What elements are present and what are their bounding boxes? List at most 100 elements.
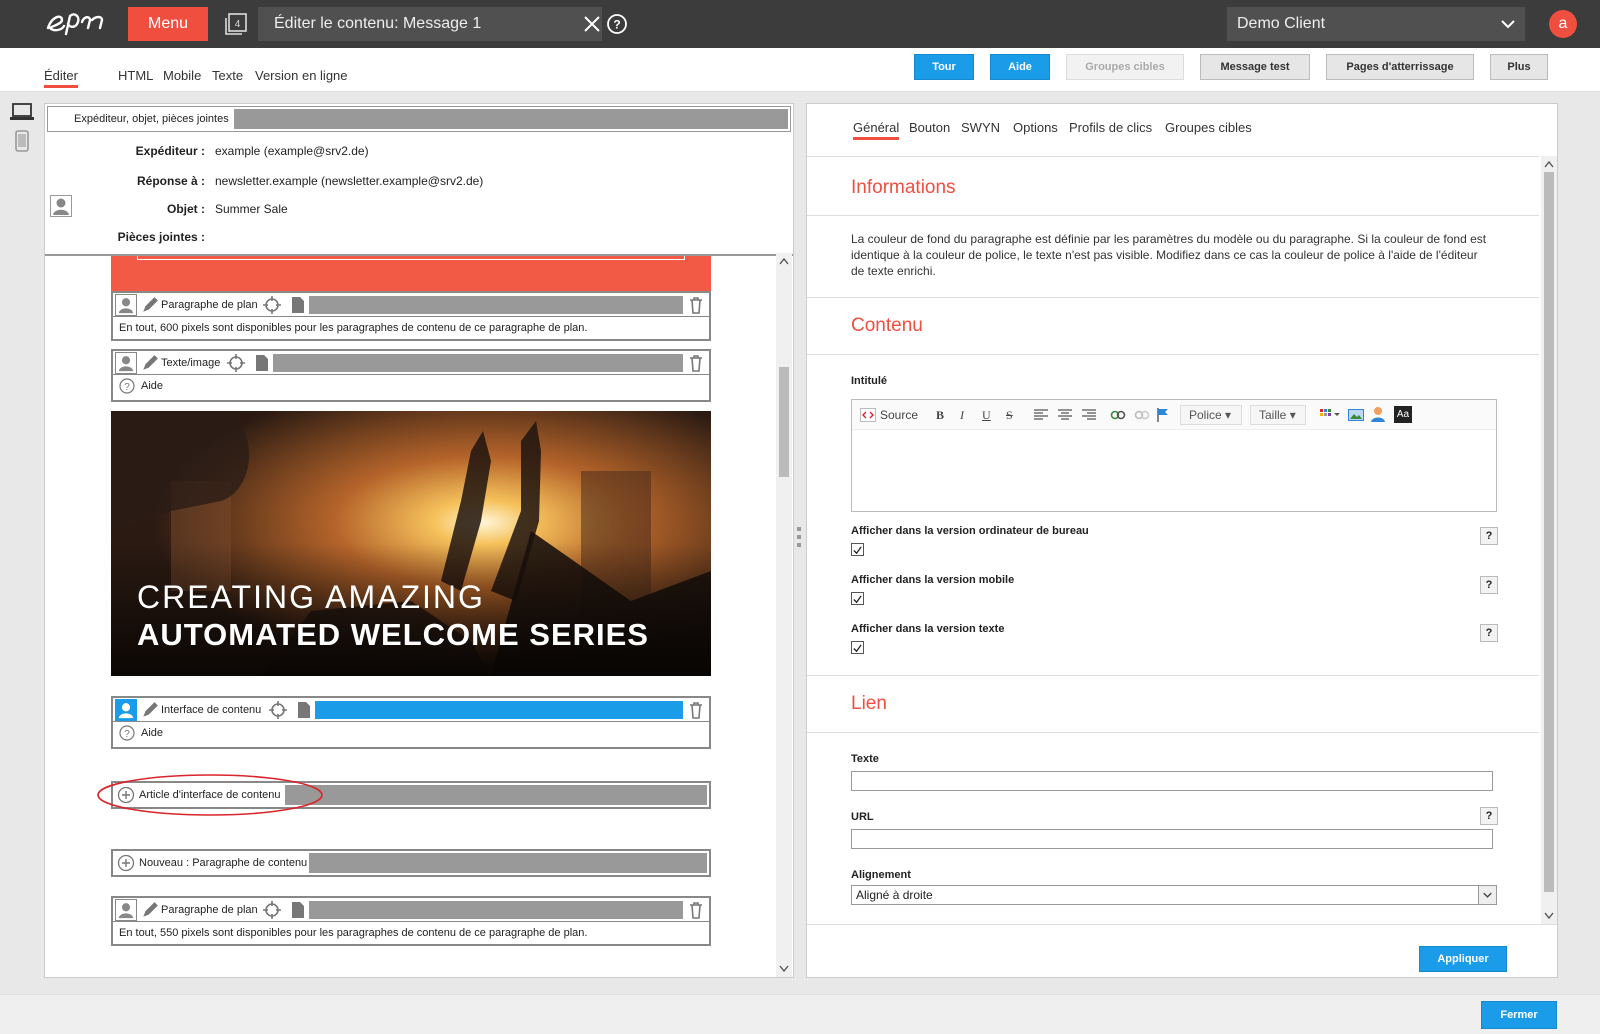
content-interface-paragraph[interactable]: Interface de contenu ? Aide [111,696,711,749]
trash-icon[interactable] [687,901,705,919]
help-button[interactable]: ? [1480,527,1498,545]
align-left-icon[interactable] [1034,409,1048,421]
copy-icon[interactable] [253,354,271,372]
trash-icon[interactable] [687,354,705,372]
target-icon[interactable] [269,701,287,719]
image-icon[interactable] [1348,407,1364,423]
help-button[interactable]: ? [1480,807,1498,825]
text-image-paragraph[interactable]: Texte/image ? Aide [111,349,711,402]
link-text-input[interactable] [851,771,1493,791]
bold-button[interactable]: B [936,408,944,423]
scroll-up-icon[interactable] [1544,160,1554,168]
tab-version-en-ligne[interactable]: Version en ligne [255,68,348,83]
user-avatar[interactable]: a [1549,10,1577,38]
url-input[interactable] [851,829,1493,849]
show-desktop-checkbox[interactable] [851,543,864,556]
show-text-checkbox[interactable] [851,641,864,654]
align-right-icon[interactable] [1082,409,1096,421]
person-icon[interactable] [115,699,137,721]
help-button[interactable]: ? [1480,624,1498,642]
target-icon[interactable] [263,296,281,314]
scroll-thumb[interactable] [1544,172,1554,892]
copy-icon[interactable] [289,901,307,919]
tab-mobile[interactable]: Mobile [163,68,201,83]
help-button[interactable]: ? [1480,576,1498,594]
copy-icon[interactable] [289,296,307,314]
pencil-icon[interactable] [141,901,159,919]
help-icon[interactable]: ? [119,725,135,741]
color-grid-icon[interactable] [1320,408,1340,422]
underline-button[interactable]: U [982,408,991,423]
plus-button[interactable]: Plus [1490,54,1548,80]
aide-button[interactable]: Aide [990,54,1050,80]
trash-icon[interactable] [687,701,705,719]
italic-button[interactable]: I [960,408,964,423]
apply-button[interactable]: Appliquer [1419,946,1507,972]
tour-button[interactable]: Tour [914,54,974,80]
tab-groupes-cibles[interactable]: Groupes cibles [1165,120,1252,135]
scroll-down-icon[interactable] [779,965,789,973]
scroll-up-icon[interactable] [779,257,789,265]
open-tabs-icon[interactable]: 4 [224,13,248,35]
desktop-view-icon[interactable] [10,103,34,121]
episerver-logo[interactable] [44,6,110,42]
help-icon[interactable]: ? [119,378,135,394]
check-icon [853,595,862,604]
personalization-icon[interactable] [1370,406,1386,423]
new-content-paragraph-button[interactable]: Nouveau : Paragraphe de contenu [111,849,711,877]
show-mobile-checkbox[interactable] [851,592,864,605]
tab-options[interactable]: Options [1013,120,1058,135]
properties-scrollbar[interactable] [1541,156,1557,924]
tab-texte[interactable]: Texte [212,68,243,83]
person-icon[interactable] [115,899,137,921]
mobile-view-icon[interactable] [15,130,29,152]
unlink-icon[interactable] [1134,408,1150,422]
pencil-icon[interactable] [141,354,159,372]
close-icon[interactable] [582,14,602,34]
rich-text-editor[interactable]: Source B I U S Police ▾ Taille ▾ Aa [851,399,1497,512]
align-center-icon[interactable] [1058,409,1072,421]
tab-editer[interactable]: Éditer [44,68,78,88]
font-dropdown[interactable]: Police ▾ [1180,405,1242,425]
anchor-flag-icon[interactable] [1156,407,1170,423]
close-button[interactable]: Fermer [1481,1001,1557,1029]
format-text-button[interactable]: Aa [1394,406,1412,423]
tab-html[interactable]: HTML [118,68,153,83]
pencil-icon[interactable] [141,296,159,314]
paragraph-help[interactable]: ? Aide [113,722,709,744]
trash-icon[interactable] [687,296,705,314]
pages-atterrissage-button[interactable]: Pages d'atterrissage [1326,54,1474,80]
copy-icon[interactable] [295,701,313,719]
alignment-select[interactable]: Aligné à droite [851,885,1497,905]
help-icon[interactable]: ? [606,13,628,35]
canvas-scrollbar[interactable] [776,253,792,977]
link-icon[interactable] [1110,408,1126,422]
envelope-section-bar[interactable]: Expéditeur, objet, pièces jointes [47,106,791,132]
check-icon [853,644,862,653]
scroll-down-icon[interactable] [1544,912,1554,920]
strikethrough-button[interactable]: S [1006,408,1013,423]
source-icon[interactable] [860,408,876,422]
tab-bouton[interactable]: Bouton [909,120,950,135]
tab-swyn[interactable]: SWYN [961,120,1000,135]
client-selector[interactable]: Demo Client [1227,7,1525,41]
pencil-icon[interactable] [141,701,159,719]
target-icon[interactable] [263,901,281,919]
tab-profils-de-clics[interactable]: Profils de clics [1069,120,1152,135]
message-test-button[interactable]: Message test [1200,54,1310,80]
tab-general[interactable]: Général [853,120,900,140]
groupes-cibles-button[interactable]: Groupes cibles [1066,54,1184,80]
person-icon[interactable] [115,352,137,374]
target-icon[interactable] [227,354,245,372]
size-dropdown[interactable]: Taille ▾ [1250,405,1306,425]
menu-button[interactable]: Menu [128,7,208,41]
person-icon[interactable] [115,294,137,316]
scroll-thumb[interactable] [779,367,789,477]
layout-paragraph[interactable]: Paragraphe de plan En tout, 600 pixels s… [111,291,711,341]
paragraph-help[interactable]: ? Aide [113,375,709,397]
sender-value: example (example@srv2.de) [215,144,369,158]
hero-image[interactable]: CREATING AMAZING AUTOMATED WELCOME SERIE… [111,411,711,676]
source-button[interactable]: Source [880,408,918,422]
layout-paragraph[interactable]: Paragraphe de plan En tout, 550 pixels s… [111,896,711,946]
panel-splitter-handle[interactable] [796,525,802,555]
